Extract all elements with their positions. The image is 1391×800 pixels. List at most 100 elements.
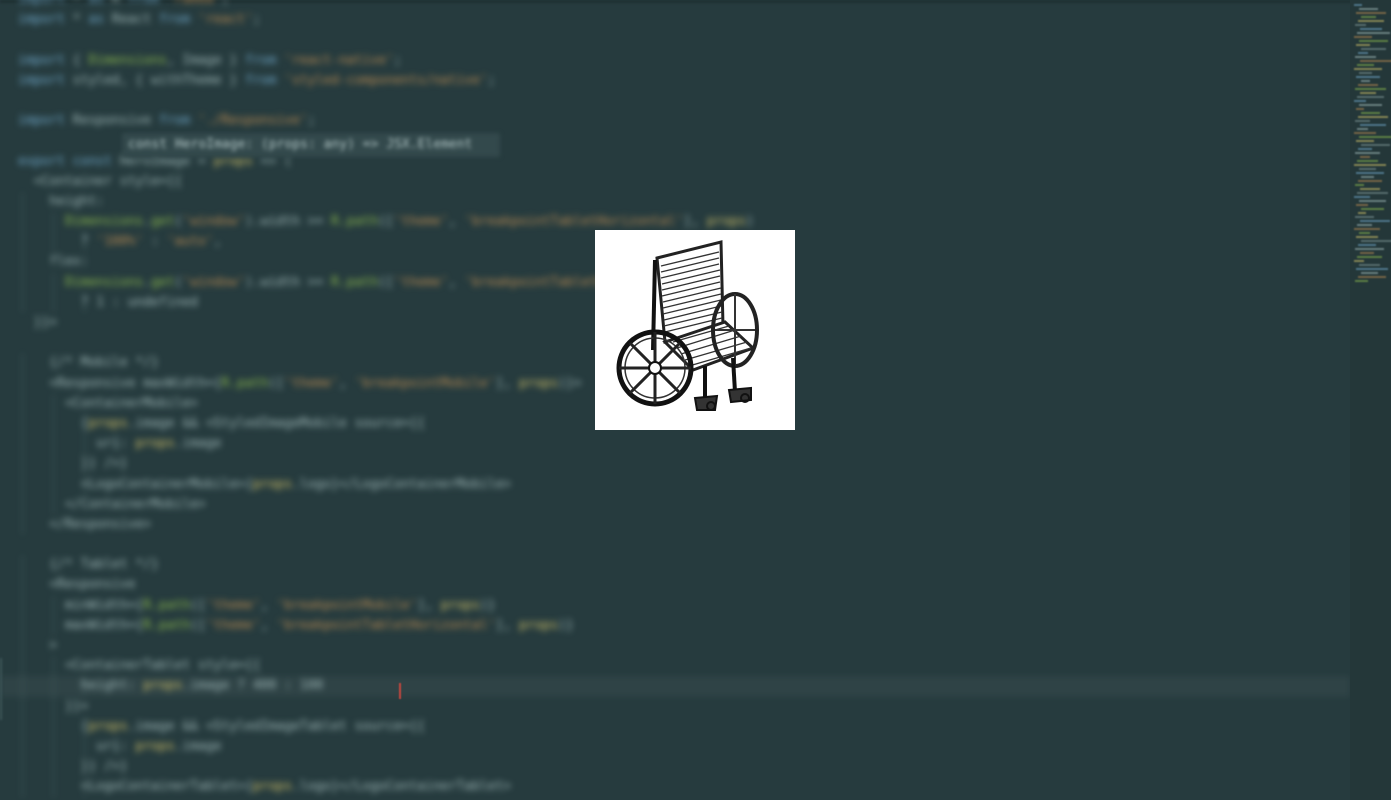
code-line[interactable]: import { Dimensions, Image } from 'react… (0, 51, 1350, 71)
code-text: {props.image && <StyledImageTablet sourc… (18, 718, 426, 734)
minimap-line (1360, 124, 1386, 126)
indent-guide (53, 615, 55, 636)
code-line[interactable]: }}> (0, 696, 1350, 717)
code-line[interactable]: <ContainerTablet style={{ (0, 656, 1350, 677)
minimap-line (1357, 192, 1388, 194)
code-line[interactable]: uri: props.image (0, 434, 1350, 455)
minimap-line (1355, 216, 1374, 218)
code-text: ? 1 : undefined (18, 294, 199, 310)
code-line[interactable]: import * as R from 'ramda'; (0, 0, 1350, 10)
code-text: <Responsive maxWidth={R.path(['theme', '… (18, 375, 582, 391)
minimap-line (1358, 148, 1372, 150)
indent-guide (53, 716, 55, 737)
minimap-line (1356, 236, 1378, 238)
code-line[interactable]: uri: props.image (0, 736, 1350, 758)
code-text: <LogoContainerMobile>{props.logo}</LogoC… (18, 476, 512, 492)
minimap-line (1358, 180, 1382, 182)
indent-guide (22, 252, 23, 273)
minimap-line (1357, 128, 1368, 130)
indent-guide (22, 272, 23, 293)
minimap-line (1361, 80, 1370, 82)
indent-guide (22, 393, 23, 414)
indent-guide (53, 232, 55, 253)
code-line[interactable]: maxWidth={R.path(['theme', 'breakpointTa… (0, 615, 1350, 636)
minimap-line (1361, 144, 1390, 146)
minimap-line (1357, 224, 1372, 226)
minimap-line (1358, 52, 1368, 54)
code-line[interactable] (0, 535, 1350, 555)
code-text: </ContainerMobile> (18, 496, 206, 512)
minimap-line (1355, 248, 1384, 250)
code-line[interactable]: minWidth={R.path(['theme', 'breakpointMo… (0, 595, 1350, 616)
code-text: minWidth={R.path(['theme', 'breakpointMo… (18, 597, 496, 613)
minimap-line (1358, 116, 1388, 118)
minimap-line (1358, 84, 1378, 86)
indent-guide (22, 454, 23, 475)
minimap-line (1355, 88, 1386, 90)
code-line[interactable]: > (0, 636, 1350, 657)
code-line[interactable]: height: props.image ? 400 : 100 (0, 676, 1350, 697)
minimap-line (1359, 8, 1378, 10)
code-text: import styled, { withTheme } from 'style… (18, 72, 496, 88)
code-line[interactable]: {props.image && <StyledImageTablet sourc… (0, 716, 1350, 737)
indent-guide (22, 292, 23, 313)
code-line[interactable] (0, 91, 1350, 111)
code-line[interactable]: <LogoContainerMobile>{props.logo}</LogoC… (0, 474, 1350, 495)
code-line[interactable]: }} />} (0, 454, 1350, 475)
indent-guide (84, 232, 86, 253)
code-text: import * as R from 'ramda'; (18, 0, 229, 7)
code-line[interactable] (0, 30, 1350, 50)
indent-guide (84, 736, 86, 758)
minimap-line (1361, 112, 1380, 114)
minimap-line (1355, 152, 1380, 154)
wheelchair-icon (595, 230, 795, 430)
indent-guide (53, 272, 55, 293)
minimap[interactable] (1350, 0, 1391, 800)
indent-guide (22, 212, 23, 233)
minimap-line (1361, 272, 1378, 274)
indent-guide (22, 777, 23, 798)
code-text: <LogoContainerTablet>{props.logo}</LogoC… (18, 779, 512, 795)
code-line[interactable]: import Responsive from './Responsive'; (0, 111, 1350, 131)
indent-guide (53, 656, 55, 677)
code-line[interactable]: }} />} (0, 757, 1350, 778)
code-line[interactable]: import * as React from 'react'; (0, 10, 1350, 30)
code-line[interactable]: {/* Tablet */} (0, 555, 1350, 576)
code-line[interactable]: height: (0, 191, 1350, 213)
minimap-line (1359, 200, 1386, 202)
code-text: height: (18, 193, 105, 209)
indent-guide (84, 676, 86, 697)
code-line[interactable]: <LogoContainerTablet>{props.logo}</LogoC… (0, 777, 1350, 798)
indent-guide (53, 212, 55, 233)
indent-guide (53, 434, 55, 455)
minimap-line (1359, 232, 1370, 234)
indent-guide (53, 454, 55, 475)
minimap-line (1357, 32, 1390, 34)
minimap-line (1354, 132, 1376, 134)
indent-guide (53, 736, 55, 758)
code-text: }} />} (18, 456, 128, 472)
indent-guide (53, 777, 55, 798)
code-text: import * as React from 'react'; (18, 12, 261, 28)
indent-guide (22, 676, 23, 697)
minimap-line (1360, 188, 1380, 190)
code-line[interactable]: </ContainerMobile> (0, 494, 1350, 515)
indent-guide (22, 716, 23, 737)
code-text: }}> (18, 315, 58, 330)
minimap-line (1361, 208, 1384, 210)
minimap-line (1361, 176, 1374, 178)
code-text: <ContainerTablet style={{ (18, 658, 261, 674)
code-line[interactable]: <Responsive (0, 575, 1350, 596)
indent-guide (115, 736, 117, 758)
indent-guide (22, 191, 23, 213)
code-line[interactable]: import styled, { withTheme } from 'style… (0, 71, 1350, 91)
indent-guide (22, 413, 23, 435)
minimap-line (1359, 72, 1372, 74)
code-line[interactable]: </Responsive> (0, 514, 1350, 536)
indent-guide (84, 777, 86, 798)
minimap-line (1359, 136, 1391, 138)
indent-guide (53, 393, 55, 414)
minimap-line (1354, 228, 1380, 230)
code-line[interactable]: <Container style={{ (0, 172, 1350, 192)
indent-guide (53, 696, 55, 717)
